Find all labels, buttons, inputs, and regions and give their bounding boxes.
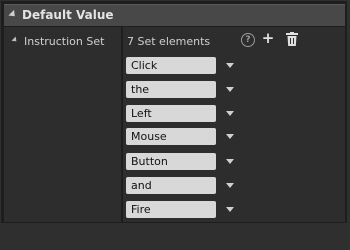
element-options-dropdown-icon[interactable] (226, 207, 234, 212)
add-element-icon[interactable]: + (261, 31, 275, 46)
element-options-dropdown-icon[interactable] (226, 87, 234, 92)
set-element-row: the (126, 81, 246, 99)
set-element-field[interactable]: the (126, 81, 216, 98)
set-element-field[interactable]: Mouse (126, 128, 216, 145)
set-element-row: Click (126, 57, 246, 75)
category-header-default-value[interactable]: Default Value (4, 4, 345, 26)
set-element-field[interactable]: Fire (126, 201, 216, 218)
set-element-row: Button (126, 153, 246, 171)
set-element-row: Fire (126, 201, 246, 219)
set-element-row: and (126, 177, 246, 195)
element-options-dropdown-icon[interactable] (226, 134, 234, 139)
set-element-row: Left (126, 105, 246, 123)
element-options-dropdown-icon[interactable] (226, 111, 234, 116)
set-element-field[interactable]: Button (126, 153, 216, 170)
details-panel: Default Value Instruction Set 7 Set elem… (1, 1, 347, 223)
help-icon[interactable]: ? (241, 33, 255, 47)
collapse-arrow-icon[interactable] (8, 9, 18, 20)
set-element-field[interactable]: and (126, 177, 216, 194)
element-count: 7 Set elements (127, 35, 211, 48)
element-options-dropdown-icon[interactable] (226, 63, 234, 68)
property-label: Instruction Set (24, 35, 105, 48)
trash-icon[interactable] (286, 32, 298, 46)
property-row: Instruction Set 7 Set elements ? + Click… (4, 27, 345, 222)
panel-background (0, 223, 350, 250)
column-divider[interactable] (121, 27, 123, 222)
set-element-field[interactable]: Click (126, 57, 216, 74)
element-options-dropdown-icon[interactable] (226, 159, 234, 164)
category-title: Default Value (22, 8, 114, 22)
set-element-row: Mouse (126, 128, 246, 146)
set-element-field[interactable]: Left (126, 105, 216, 122)
expand-arrow-icon[interactable] (11, 36, 19, 44)
element-options-dropdown-icon[interactable] (226, 183, 234, 188)
